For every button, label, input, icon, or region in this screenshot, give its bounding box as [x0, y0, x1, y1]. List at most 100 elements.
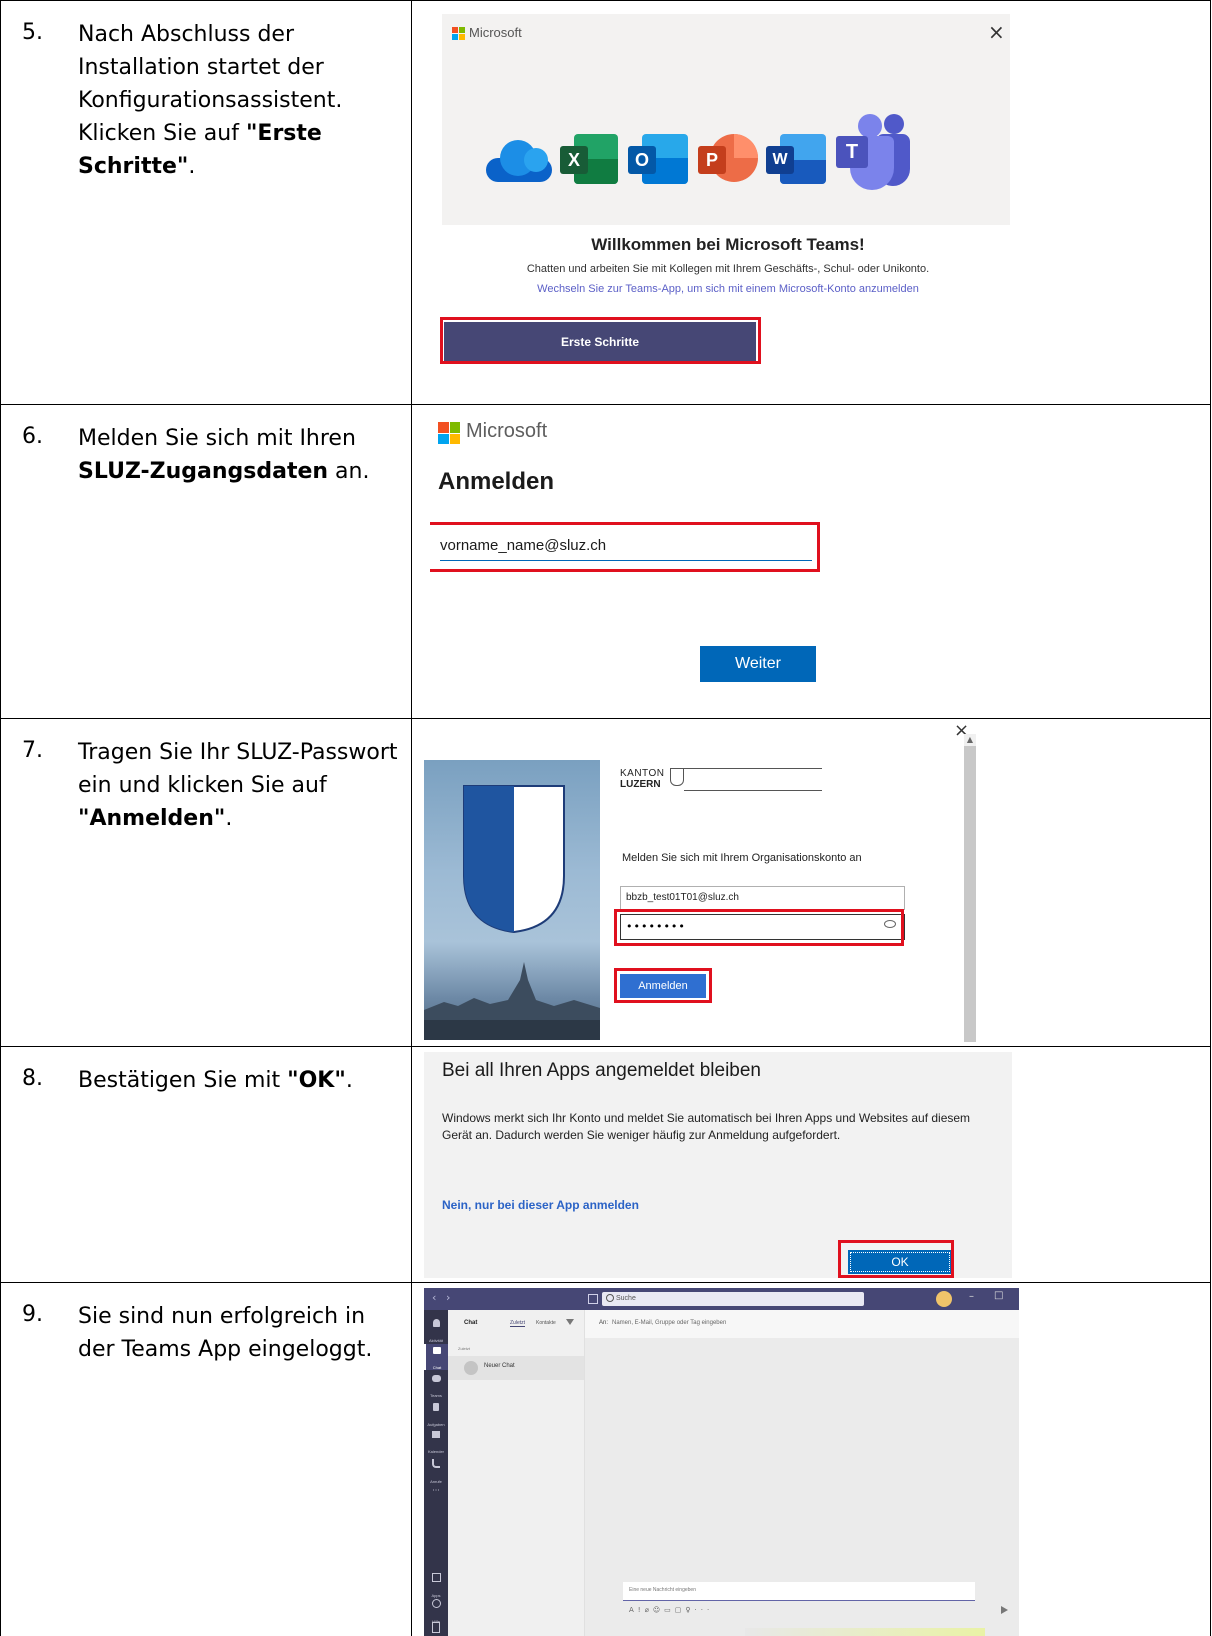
outlook-icon: O	[628, 134, 688, 184]
sticker-icon[interactable]: ▢	[675, 1606, 686, 1614]
dialog-title: Bei all Ihren Apps angemeldet bleiben	[442, 1060, 762, 1081]
canton-signin-screenshot: × ▲ KANTON LUZERN Melden Sie sich mit Ih…	[420, 724, 1020, 1042]
rail-activity[interactable]: Aktivität	[424, 1316, 448, 1343]
close-icon[interactable]: ×	[988, 20, 1005, 44]
important-icon[interactable]: !	[638, 1606, 645, 1614]
instruction-text-end: an.	[328, 459, 370, 484]
rail-label: Teams	[430, 1393, 442, 1398]
compose-icon[interactable]	[588, 1294, 598, 1304]
rail-chat[interactable]: Chat	[424, 1344, 448, 1370]
rail-label: Aktivität	[428, 1338, 443, 1343]
coat-of-arms-icon	[463, 785, 565, 934]
tab-contacts[interactable]: Kontakte	[536, 1320, 556, 1326]
step-instruction: Nach Abschluss der Installation startet …	[78, 18, 398, 183]
rail-calendar[interactable]: Kalender	[424, 1428, 448, 1454]
back-arrow-icon[interactable]: ‹	[432, 1291, 436, 1304]
teams-title-bar: ‹ › Suche – □	[424, 1288, 1019, 1310]
welcome-headline: Willkommen bei Microsoft Teams!	[591, 235, 865, 254]
teams-nav-icon	[431, 1375, 441, 1382]
teams-icon: T	[836, 114, 912, 190]
avatar[interactable]	[936, 1291, 952, 1307]
tab-recent[interactable]: Zuletzt	[510, 1320, 526, 1327]
step-number: 5.	[22, 20, 43, 45]
gif-icon[interactable]: ▭	[664, 1606, 675, 1614]
table-border-left	[0, 0, 1, 1636]
instruction-text: Melden Sie sich mit Ihren	[78, 426, 356, 451]
send-icon[interactable]	[1001, 1606, 1008, 1614]
emoji-icon[interactable]: ☺	[653, 1606, 664, 1614]
more-options-icon[interactable]: ···	[695, 1606, 714, 1614]
compose-box[interactable]: Eine neue Nachricht eingeben	[623, 1582, 975, 1601]
minimize-icon[interactable]: –	[969, 1291, 974, 1302]
ms-signin-screenshot: Microsoft Anmelden vorname_name@sluz.ch …	[430, 414, 850, 712]
scrollbar-up-icon[interactable]: ▲	[964, 734, 976, 746]
step-number: 6.	[22, 424, 43, 449]
forward-arrow-icon[interactable]: ›	[446, 1291, 450, 1304]
instruction-emphasis: "Anmelden"	[78, 806, 226, 831]
app-rail: Aktivität Chat Teams Aufgaben Kalender A…	[424, 1310, 448, 1636]
microsoft-logo-icon	[452, 27, 465, 40]
dialog-body: Windows merkt sich Ihr Konto und meldet …	[442, 1111, 971, 1142]
next-button[interactable]: Weiter	[700, 646, 816, 682]
welcome-hero	[442, 14, 1010, 225]
onedrive-icon	[486, 138, 552, 182]
device-icon[interactable]	[432, 1622, 440, 1633]
search-placeholder: Suche	[616, 1295, 636, 1302]
step-instruction: Melden Sie sich mit Ihren SLUZ-Zugangsda…	[78, 422, 398, 488]
chat-icon	[433, 1347, 441, 1354]
calendar-icon	[432, 1431, 440, 1438]
attach-icon[interactable]: ⌀	[645, 1606, 653, 1614]
rail-help[interactable]: Hilfe	[424, 1596, 448, 1624]
row-divider	[0, 1046, 1211, 1047]
step-instruction: Bestätigen Sie mit "OK".	[78, 1064, 398, 1097]
row-divider	[0, 718, 1211, 719]
filter-icon[interactable]	[566, 1319, 574, 1325]
conversation-pane: An: Namen, E-Mail, Gruppe oder Tag einge…	[585, 1310, 1019, 1636]
compose-placeholder: Eine neue Nachricht eingeben	[629, 1587, 696, 1593]
excel-letter: X	[560, 146, 588, 174]
rail-tasks[interactable]: Aufgaben	[424, 1400, 448, 1427]
instruction-text: Bestätigen Sie mit	[78, 1068, 288, 1093]
scrollbar[interactable]	[964, 734, 976, 1042]
brand-label: Microsoft	[466, 420, 548, 442]
instruction-text: Tragen Sie Ihr SLUZ-Passwort ein und kli…	[78, 740, 398, 798]
status-strip	[745, 1628, 985, 1636]
stay-signed-in-screenshot: Bei all Ihren Apps angemeldet bleiben Wi…	[424, 1052, 1012, 1278]
phone-icon	[432, 1459, 440, 1468]
rail-apps[interactable]: Apps	[424, 1570, 448, 1598]
excel-icon: X	[560, 134, 618, 184]
highlight-box	[838, 1240, 954, 1278]
format-icon[interactable]: A	[629, 1606, 638, 1614]
instruction-table: 5. Nach Abschluss der Installation start…	[0, 0, 1212, 1636]
microsoft-logo-icon	[438, 422, 460, 444]
to-placeholder: Namen, E-Mail, Gruppe oder Tag eingeben	[612, 1320, 727, 1326]
maximize-icon[interactable]: □	[994, 1290, 1003, 1301]
rail-teams[interactable]: Teams	[424, 1372, 448, 1398]
instruction-emphasis: SLUZ-Zugangsdaten	[78, 459, 329, 484]
step-instruction: Sie sind nun erfolgreich in der Teams Ap…	[78, 1300, 398, 1366]
rail-label: Anrufe	[430, 1479, 442, 1484]
praise-icon[interactable]: ♀	[685, 1606, 694, 1614]
step-number: 7.	[22, 738, 43, 763]
more-apps-icon[interactable]: ···	[424, 1486, 448, 1495]
search-input[interactable]: Suche	[602, 1292, 864, 1306]
list-item[interactable]: Neuer Chat	[448, 1356, 584, 1380]
teams-app-screenshot: ‹ › Suche – □ Aktivität Chat Teams Aufga…	[424, 1288, 1019, 1636]
instruction-text-end: .	[188, 154, 196, 179]
username-field[interactable]: bbzb_test01T01@sluz.ch	[620, 886, 905, 910]
compose-toolbar: A!⌀☺▭▢♀···	[629, 1606, 713, 1614]
powerpoint-letter: P	[698, 146, 726, 174]
table-border-top	[0, 0, 1211, 1]
new-chat-label: Neuer Chat	[484, 1363, 515, 1369]
to-bar[interactable]: An: Namen, E-Mail, Gruppe oder Tag einge…	[585, 1310, 1019, 1338]
table-border-right	[1210, 0, 1211, 1636]
this-app-only-link[interactable]: Nein, nur bei dieser App anmelden	[442, 1198, 639, 1212]
church-tower-image	[424, 962, 600, 1040]
word-icon: W	[766, 134, 826, 184]
avatar	[464, 1361, 478, 1375]
recent-section-label: Zuletzt	[458, 1346, 471, 1351]
rail-calls[interactable]: Anrufe	[424, 1456, 448, 1484]
switch-account-link[interactable]: Wechseln Sie zur Teams-App, um sich mit …	[428, 283, 1028, 295]
instruction-text-end: .	[225, 806, 233, 831]
table-border-mid	[411, 0, 412, 1636]
